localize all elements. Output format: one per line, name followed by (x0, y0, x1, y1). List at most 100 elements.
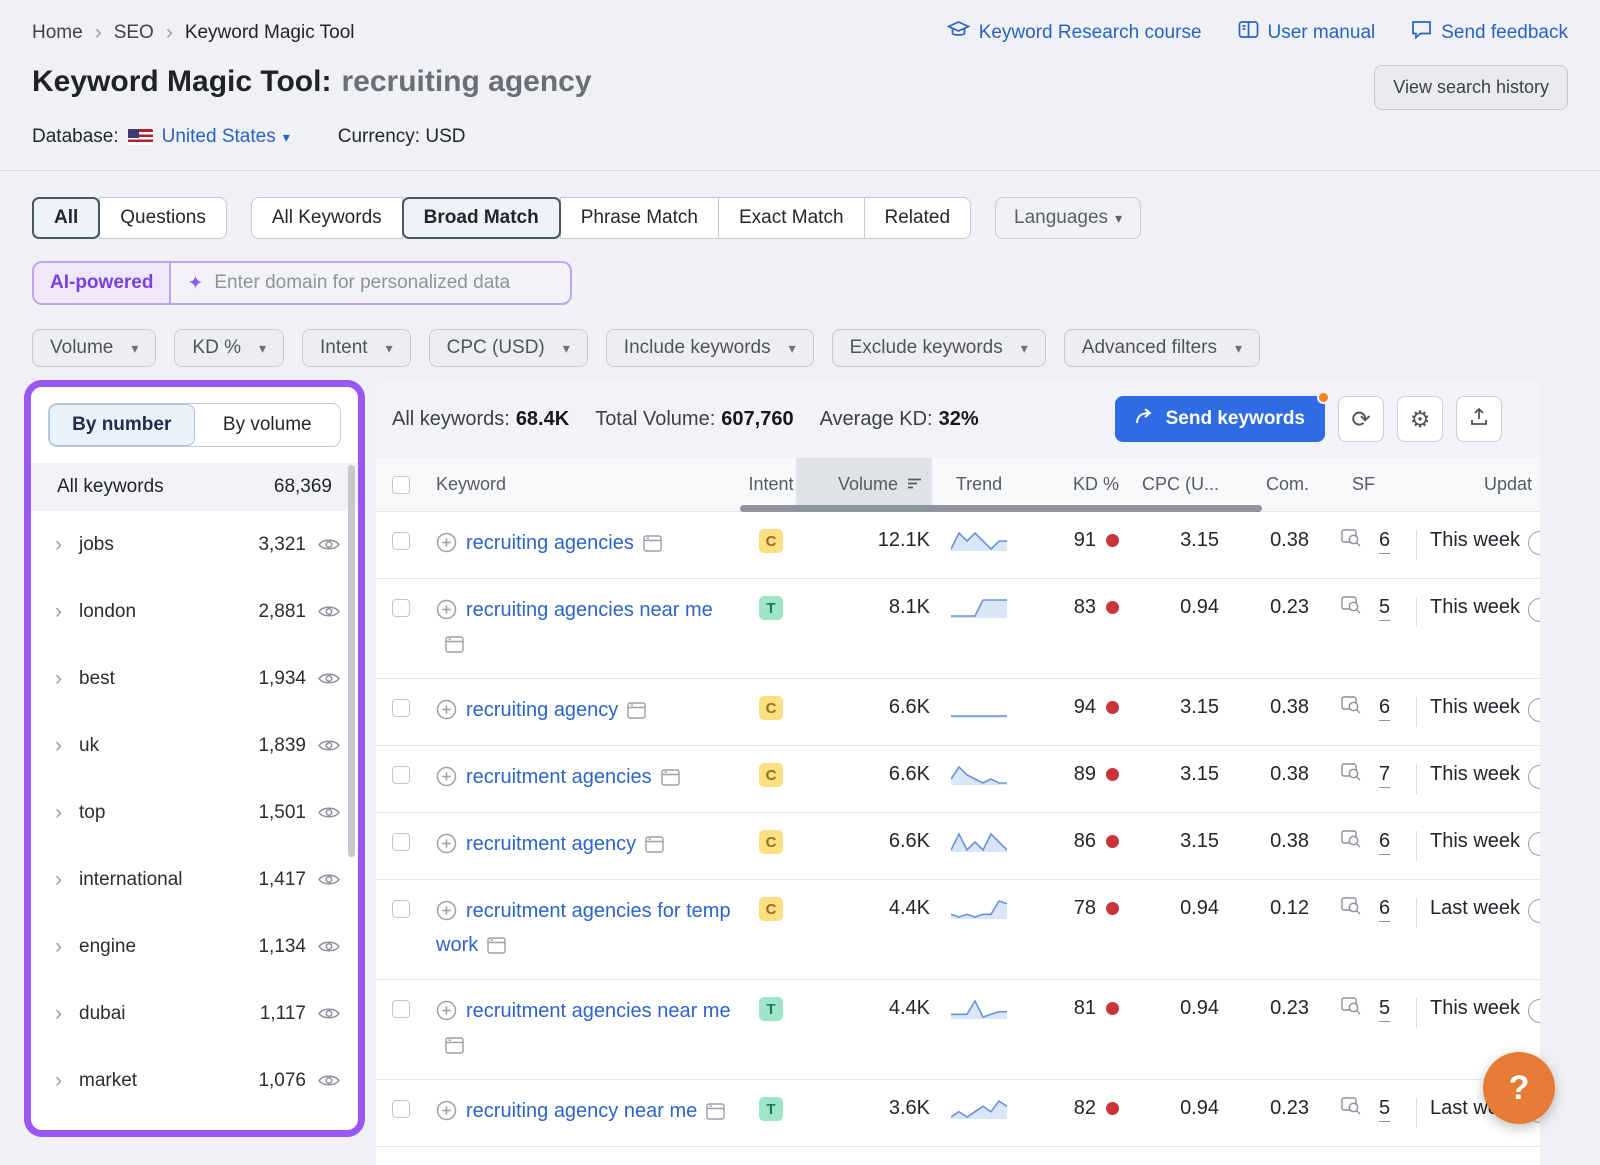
serp-preview-icon[interactable] (627, 698, 646, 728)
update-metrics-icon[interactable] (1528, 999, 1540, 1023)
sidebar-group-london[interactable]: ›london2,881 (31, 578, 358, 645)
row-checkbox[interactable] (392, 532, 410, 550)
keyword-link[interactable]: recruiting agency (466, 699, 618, 721)
add-keyword-icon[interactable] (436, 900, 457, 930)
eye-icon[interactable] (318, 1006, 340, 1021)
serp-preview-icon[interactable] (487, 933, 506, 963)
view-search-history-button[interactable]: View search history (1374, 65, 1568, 110)
add-keyword-icon[interactable] (436, 1000, 457, 1030)
tab-all[interactable]: All (32, 197, 100, 239)
chevron-right-icon[interactable]: › (55, 534, 62, 555)
help-button[interactable]: ? (1483, 1052, 1555, 1124)
tab-phrase-match[interactable]: Phrase Match (560, 197, 719, 239)
row-checkbox[interactable] (392, 833, 410, 851)
header-sf[interactable]: SF (1311, 458, 1416, 511)
add-keyword-icon[interactable] (436, 699, 457, 729)
sidebar-scrollbar[interactable] (348, 465, 355, 857)
filter-volume[interactable]: Volume▾ (32, 329, 156, 367)
languages-dropdown[interactable]: Languages ▾ (995, 197, 1141, 239)
keyword-link[interactable]: recruitment agency (466, 833, 636, 855)
tab-all-keywords[interactable]: All Keywords (251, 197, 403, 239)
chevron-right-icon[interactable]: › (55, 936, 62, 957)
row-checkbox[interactable] (392, 699, 410, 717)
filter-intent[interactable]: Intent▾ (302, 329, 411, 367)
chevron-right-icon[interactable]: › (55, 1003, 62, 1024)
serp-preview-icon[interactable] (661, 765, 680, 795)
filter-cpc-usd[interactable]: CPC (USD)▾ (429, 329, 588, 367)
keyword-link[interactable]: recruitment agencies near me (466, 1000, 731, 1022)
sidebar-group-international[interactable]: ›international1,417 (31, 846, 358, 913)
header-updated[interactable]: Updat (1416, 458, 1540, 511)
settings-button[interactable]: ⚙ (1397, 396, 1443, 442)
sidebar-group-market[interactable]: ›market1,076 (31, 1047, 358, 1114)
tab-exact-match[interactable]: Exact Match (718, 197, 865, 239)
serp-features-icon[interactable] (1341, 897, 1362, 922)
filter-include-keywords[interactable]: Include keywords▾ (606, 329, 814, 367)
serp-preview-icon[interactable] (706, 1099, 725, 1129)
eye-icon[interactable] (318, 604, 340, 619)
sidebar-group-engine[interactable]: ›engine1,134 (31, 913, 358, 980)
refresh-button[interactable]: ⟳ (1338, 396, 1384, 442)
sidebar-group-dubai[interactable]: ›dubai1,117 (31, 980, 358, 1047)
filter-advanced-filters[interactable]: Advanced filters▾ (1064, 329, 1260, 367)
tab-broad-match[interactable]: Broad Match (402, 197, 561, 239)
export-button[interactable] (1456, 396, 1502, 442)
add-keyword-icon[interactable] (436, 766, 457, 796)
select-all-checkbox[interactable] (392, 476, 410, 494)
serp-preview-icon[interactable] (445, 1033, 464, 1063)
sf-count[interactable]: 5 (1379, 596, 1390, 621)
serp-features-icon[interactable] (1341, 830, 1362, 855)
keyword-link[interactable]: recruiting agencies (466, 532, 634, 554)
add-keyword-icon[interactable] (436, 532, 457, 562)
chevron-right-icon[interactable]: › (55, 735, 62, 756)
domain-input[interactable] (214, 272, 554, 294)
chevron-right-icon[interactable]: › (55, 601, 62, 622)
keyword-link[interactable]: recruiting agency near me (466, 1100, 697, 1122)
sf-count[interactable]: 6 (1379, 529, 1390, 554)
add-keyword-icon[interactable] (436, 833, 457, 863)
eye-icon[interactable] (318, 939, 340, 954)
serp-features-icon[interactable] (1341, 529, 1362, 554)
serp-preview-icon[interactable] (445, 632, 464, 662)
header-com[interactable]: Com. (1221, 458, 1311, 511)
row-checkbox[interactable] (392, 1000, 410, 1018)
chevron-right-icon[interactable]: › (55, 1070, 62, 1091)
update-metrics-icon[interactable] (1528, 598, 1540, 622)
update-metrics-icon[interactable] (1528, 531, 1540, 555)
header-keyword[interactable]: Keyword (424, 458, 746, 511)
filter-exclude-keywords[interactable]: Exclude keywords▾ (832, 329, 1046, 367)
chevron-right-icon[interactable]: › (55, 869, 62, 890)
header-intent[interactable]: Intent (746, 458, 796, 511)
chevron-right-icon[interactable]: › (55, 802, 62, 823)
row-checkbox[interactable] (392, 766, 410, 784)
tab-related[interactable]: Related (864, 197, 972, 239)
eye-icon[interactable] (318, 537, 340, 552)
sidebar-group-best[interactable]: ›best1,934 (31, 645, 358, 712)
sidebar-group-uk[interactable]: ›uk1,839 (31, 712, 358, 779)
serp-preview-icon[interactable] (643, 531, 662, 561)
sf-count[interactable]: 6 (1379, 696, 1390, 721)
row-checkbox[interactable] (392, 1100, 410, 1118)
sf-count[interactable]: 5 (1379, 997, 1390, 1022)
eye-icon[interactable] (318, 805, 340, 820)
sf-count[interactable]: 6 (1379, 830, 1390, 855)
keyword-link[interactable]: recruitment agencies (466, 766, 652, 788)
eye-icon[interactable] (318, 1073, 340, 1088)
database-selector[interactable]: United States▾ (162, 126, 290, 148)
sidebar-group-top[interactable]: ›top1,501 (31, 779, 358, 846)
tab-questions[interactable]: Questions (99, 197, 227, 239)
sf-count[interactable]: 6 (1379, 897, 1390, 922)
eye-icon[interactable] (318, 671, 340, 686)
header-trend[interactable]: Trend (932, 458, 1026, 511)
serp-features-icon[interactable] (1341, 596, 1362, 621)
eye-icon[interactable] (318, 738, 340, 753)
filter-kd[interactable]: KD %▾ (174, 329, 284, 367)
add-keyword-icon[interactable] (436, 1100, 457, 1130)
keyword-research-course-link[interactable]: Keyword Research course (947, 20, 1202, 45)
update-metrics-icon[interactable] (1528, 832, 1540, 856)
serp-features-icon[interactable] (1341, 997, 1362, 1022)
serp-features-icon[interactable] (1341, 1097, 1362, 1122)
sf-count[interactable]: 5 (1379, 1097, 1390, 1122)
sort-by-number-tab[interactable]: By number (49, 404, 195, 446)
chevron-right-icon[interactable]: › (55, 668, 62, 689)
